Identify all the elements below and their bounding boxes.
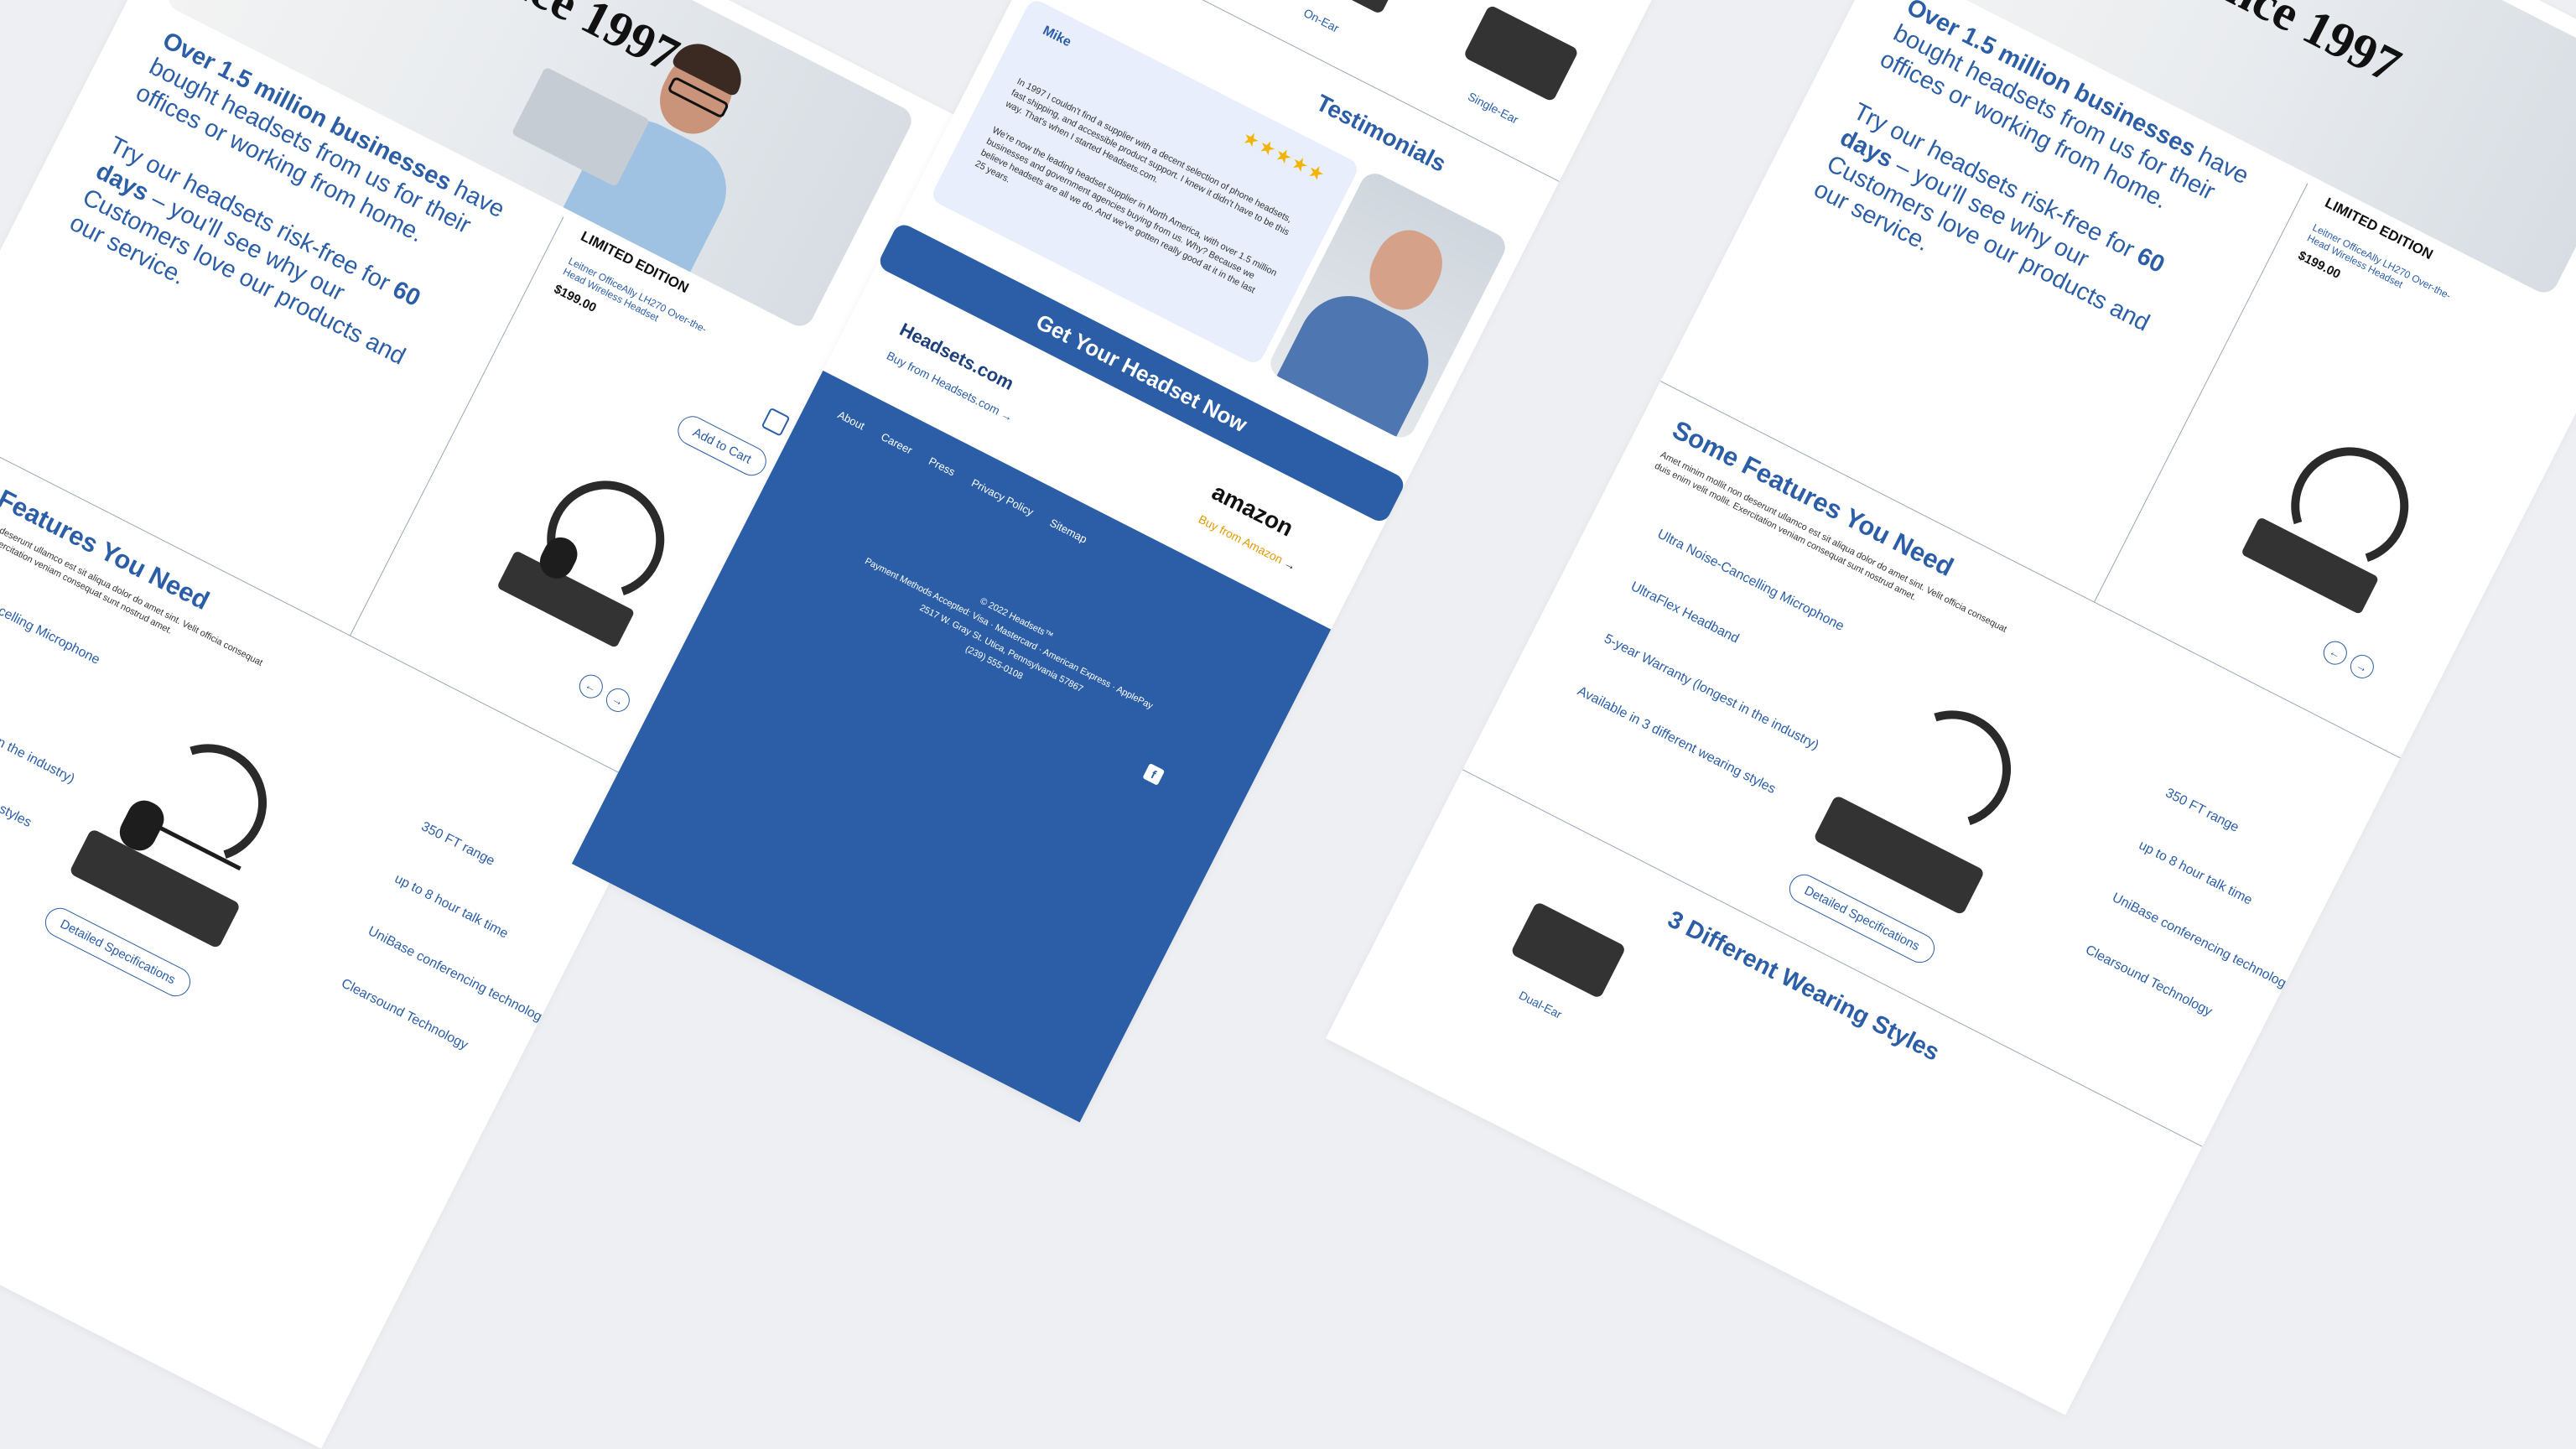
- payment-methods: Payment Methods Accepted: Visa · Masterc…: [863, 556, 1155, 712]
- cart-link[interactable]: Cart: [865, 39, 886, 55]
- footer-links: About Career Press Privacy Policy Sitema…: [836, 408, 1089, 546]
- feature-left-3: 5-year Warranty (longest in the industry…: [0, 665, 77, 787]
- feature-left-3-right: 5-year Warranty (longest in the industry…: [1602, 631, 1821, 753]
- cart-icon[interactable]: 🛒︎: [840, 25, 857, 41]
- feature-left-4: Available in 3 different wearing styles: [0, 718, 34, 831]
- style-dual-ear-right: Dual-Ear: [1470, 890, 1649, 1045]
- next-arrow-button[interactable]: →: [602, 684, 634, 716]
- account-link[interactable]: Account: [797, 4, 832, 29]
- footer-link-privacy[interactable]: Privacy Policy: [969, 476, 1036, 518]
- facebook-icon[interactable]: f: [1142, 762, 1166, 786]
- footer-link-career[interactable]: Career: [879, 430, 914, 456]
- headset-image-right: [2222, 404, 2448, 630]
- rating-stars: ★★★★★: [1239, 126, 1330, 187]
- arrow-right-icon: →: [999, 407, 1016, 424]
- feature-right-1-right: 350 FT range: [2163, 786, 2241, 835]
- next-arrow-button-right[interactable]: →: [2346, 651, 2378, 683]
- feature-right-4: Clearsound Technology: [339, 976, 470, 1053]
- feature-headset-image: [57, 698, 313, 961]
- feature-headset-image-right: [1801, 664, 2057, 927]
- add-to-cart-button[interactable]: Add to Cart: [673, 411, 771, 481]
- prev-arrow-button[interactable]: ←: [574, 670, 607, 703]
- feature-right-2: up to 8 hour talk time: [392, 871, 511, 942]
- feature-left-2-right: UltraFlex Headband: [1628, 579, 1742, 647]
- style-on-ear: On-Ear: [1251, 0, 1430, 60]
- footer-link-sitemap[interactable]: Sitemap: [1048, 517, 1089, 546]
- dual-ear-image-right: [1509, 901, 1627, 1000]
- feature-right-1: 350 FT range: [418, 819, 497, 869]
- testimonial-name: Mike: [1040, 23, 1074, 50]
- prev-arrow-button-right[interactable]: ←: [2319, 636, 2351, 669]
- feature-right-2-right: up to 8 hour talk time: [2136, 838, 2255, 908]
- footer-link-press[interactable]: Press: [927, 454, 957, 478]
- headset-image: [478, 438, 704, 663]
- account-icon[interactable]: ◎: [776, 0, 789, 7]
- footer-link-about[interactable]: About: [836, 408, 867, 433]
- arrow-right-icon: →: [1281, 555, 1299, 574]
- buy-now-button[interactable]: Buy now: [891, 49, 950, 92]
- feature-right-4-right: Clearsound Technology: [2083, 943, 2215, 1020]
- phone: (239) 555-0108: [963, 644, 1025, 683]
- single-ear-image: [1462, 4, 1580, 103]
- address: 2517 W. Gray St. Utica, Pennsylvania 578…: [917, 602, 1085, 694]
- feature-left-4-right: Available in 3 different wearing styles: [1575, 683, 1779, 797]
